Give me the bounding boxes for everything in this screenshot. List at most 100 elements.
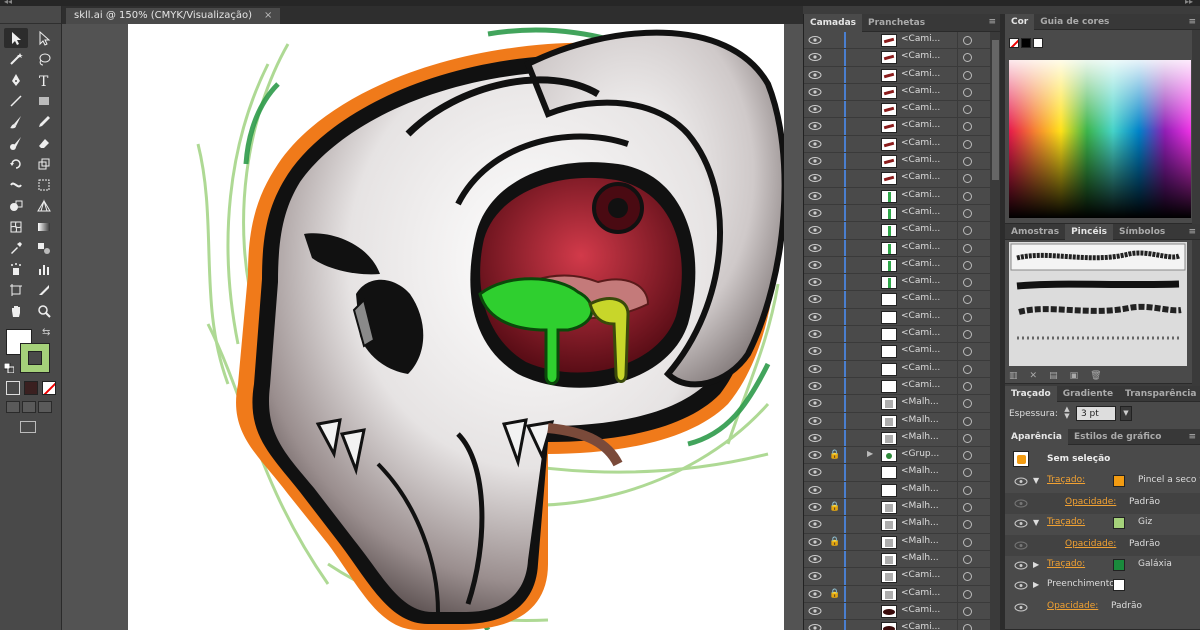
layer-name[interactable]: <Cami... xyxy=(901,380,940,390)
layer-name[interactable]: <Malh... xyxy=(901,466,939,476)
layer-name[interactable]: <Cami... xyxy=(901,120,940,130)
visibility-eye-icon[interactable] xyxy=(808,381,822,391)
visibility-eye-icon[interactable] xyxy=(808,208,822,218)
layer-row[interactable]: <Cami... xyxy=(804,101,990,119)
target-circle-icon[interactable] xyxy=(963,347,972,357)
layer-row[interactable]: 🔒 <Cami... xyxy=(804,585,990,603)
expand-triangle-icon[interactable]: ▶ xyxy=(1033,560,1039,569)
draw-inside-icon[interactable] xyxy=(38,401,52,413)
lock-toggle-area[interactable] xyxy=(829,571,839,581)
appearance-row-label[interactable]: Traçado: xyxy=(1047,517,1085,527)
lock-icon[interactable]: 🔒 xyxy=(829,502,840,512)
tab-gradiente[interactable]: Gradiente xyxy=(1057,386,1119,402)
layer-name[interactable]: <Cami... xyxy=(901,172,940,182)
visibility-eye-icon[interactable] xyxy=(808,104,822,114)
tab-amostras[interactable]: Amostras xyxy=(1005,224,1065,240)
brush-list[interactable] xyxy=(1009,242,1187,366)
lock-toggle-area[interactable] xyxy=(829,121,839,131)
visibility-eye-icon[interactable] xyxy=(808,260,822,270)
layer-name[interactable]: <Malh... xyxy=(901,432,939,442)
layer-name[interactable]: <Cami... xyxy=(901,138,940,148)
layer-row[interactable]: <Cami... xyxy=(804,222,990,240)
layer-row[interactable]: <Cami... xyxy=(804,326,990,344)
lock-toggle-area[interactable] xyxy=(829,35,839,45)
lock-toggle-area[interactable] xyxy=(829,156,839,166)
zoom-tool-icon[interactable] xyxy=(32,301,56,321)
shape-builder-tool-icon[interactable] xyxy=(4,196,28,216)
layer-row[interactable]: <Cami... xyxy=(804,135,990,154)
target-circle-icon[interactable] xyxy=(963,139,972,149)
layer-name[interactable]: <Cami... xyxy=(901,69,940,79)
visibility-eye-icon[interactable] xyxy=(1014,581,1028,590)
lock-toggle-area[interactable] xyxy=(829,260,839,270)
target-circle-icon[interactable] xyxy=(963,243,972,253)
layer-row[interactable]: <Malh... xyxy=(804,550,990,569)
visibility-eye-icon[interactable] xyxy=(808,433,822,443)
layer-name[interactable]: <Cami... xyxy=(901,345,940,355)
target-circle-icon[interactable] xyxy=(963,606,972,616)
tools-grip[interactable] xyxy=(0,6,61,24)
visibility-eye-icon[interactable] xyxy=(808,554,822,564)
appearance-swatch[interactable] xyxy=(1113,475,1125,487)
target-circle-icon[interactable] xyxy=(963,36,972,45)
target-circle-icon[interactable] xyxy=(963,208,972,218)
layer-row[interactable]: <Malh... xyxy=(804,429,990,448)
target-circle-icon[interactable] xyxy=(963,330,972,340)
target-circle-icon[interactable] xyxy=(963,589,972,599)
target-circle-icon[interactable] xyxy=(963,312,972,322)
brush-library-icon[interactable]: ▥ xyxy=(1009,371,1018,381)
lock-toggle-area[interactable] xyxy=(829,606,839,616)
layer-name[interactable]: <Cami... xyxy=(901,103,940,113)
lock-toggle-area[interactable] xyxy=(829,364,839,374)
perspective-grid-tool-icon[interactable] xyxy=(32,196,56,216)
tab-pinceis[interactable]: Pincéis xyxy=(1065,223,1114,240)
visibility-eye-icon[interactable] xyxy=(808,294,822,304)
layer-row[interactable]: <Malh... xyxy=(804,516,990,534)
lock-toggle-area[interactable] xyxy=(829,70,839,80)
visibility-eye-icon[interactable] xyxy=(808,519,822,529)
layer-row[interactable]: <Cami... xyxy=(804,343,990,361)
layer-name[interactable]: <Cami... xyxy=(901,311,940,321)
none-mode-icon[interactable] xyxy=(42,381,56,395)
lock-toggle-area[interactable] xyxy=(829,346,839,356)
appearance-row-opacity[interactable]: Opacidade: Padrão xyxy=(1005,597,1200,618)
layer-name[interactable]: <Cami... xyxy=(901,207,940,217)
layer-row[interactable]: 🔒 <Malh... xyxy=(804,533,990,551)
layer-name[interactable]: <Cami... xyxy=(901,190,940,200)
layer-row[interactable]: <Malh... xyxy=(804,412,990,430)
mesh-tool-icon[interactable] xyxy=(4,217,28,237)
delete-brush-icon[interactable]: 🗑 xyxy=(1090,371,1101,381)
layer-row[interactable]: 🔒 <Malh... xyxy=(804,499,990,517)
visibility-eye-icon[interactable] xyxy=(808,467,822,477)
lock-toggle-area[interactable] xyxy=(829,225,839,235)
layer-name[interactable]: <Malh... xyxy=(901,484,939,494)
target-circle-icon[interactable] xyxy=(963,295,972,305)
direct-selection-tool-icon[interactable] xyxy=(32,28,56,48)
visibility-eye-icon[interactable] xyxy=(808,346,822,356)
layer-name[interactable]: <Cami... xyxy=(901,570,940,580)
layer-row[interactable]: <Malh... xyxy=(804,464,990,482)
column-graph-tool-icon[interactable] xyxy=(32,259,56,279)
layer-row[interactable]: <Cami... xyxy=(804,118,990,136)
eyedropper-tool-icon[interactable] xyxy=(4,238,28,258)
layer-row[interactable]: <Cami... xyxy=(804,153,990,171)
symbol-sprayer-tool-icon[interactable] xyxy=(4,259,28,279)
target-circle-icon[interactable] xyxy=(963,53,972,63)
lock-icon[interactable]: 🔒 xyxy=(829,537,840,547)
black-swatch[interactable] xyxy=(1021,38,1031,48)
target-circle-icon[interactable] xyxy=(963,157,972,167)
tab-simbolos[interactable]: Símbolos xyxy=(1113,224,1171,240)
visibility-eye-icon[interactable] xyxy=(808,537,822,547)
visibility-eye-icon[interactable] xyxy=(808,623,822,630)
layer-row[interactable]: 🔒 ▶ <Grup... xyxy=(804,447,990,465)
target-circle-icon[interactable] xyxy=(963,451,972,461)
appearance-row-label[interactable]: Opacidade: xyxy=(1065,539,1116,549)
draw-normal-icon[interactable] xyxy=(6,401,20,413)
lock-toggle-area[interactable] xyxy=(829,485,839,495)
target-circle-icon[interactable] xyxy=(963,520,972,530)
appearance-row-stroke[interactable]: ▼ Traçado: Giz xyxy=(1005,513,1200,534)
target-circle-icon[interactable] xyxy=(963,433,972,443)
visibility-eye-icon[interactable] xyxy=(808,450,822,460)
brush-options-icon[interactable]: ▤ xyxy=(1049,371,1058,381)
layer-name[interactable]: <Malh... xyxy=(901,553,939,563)
